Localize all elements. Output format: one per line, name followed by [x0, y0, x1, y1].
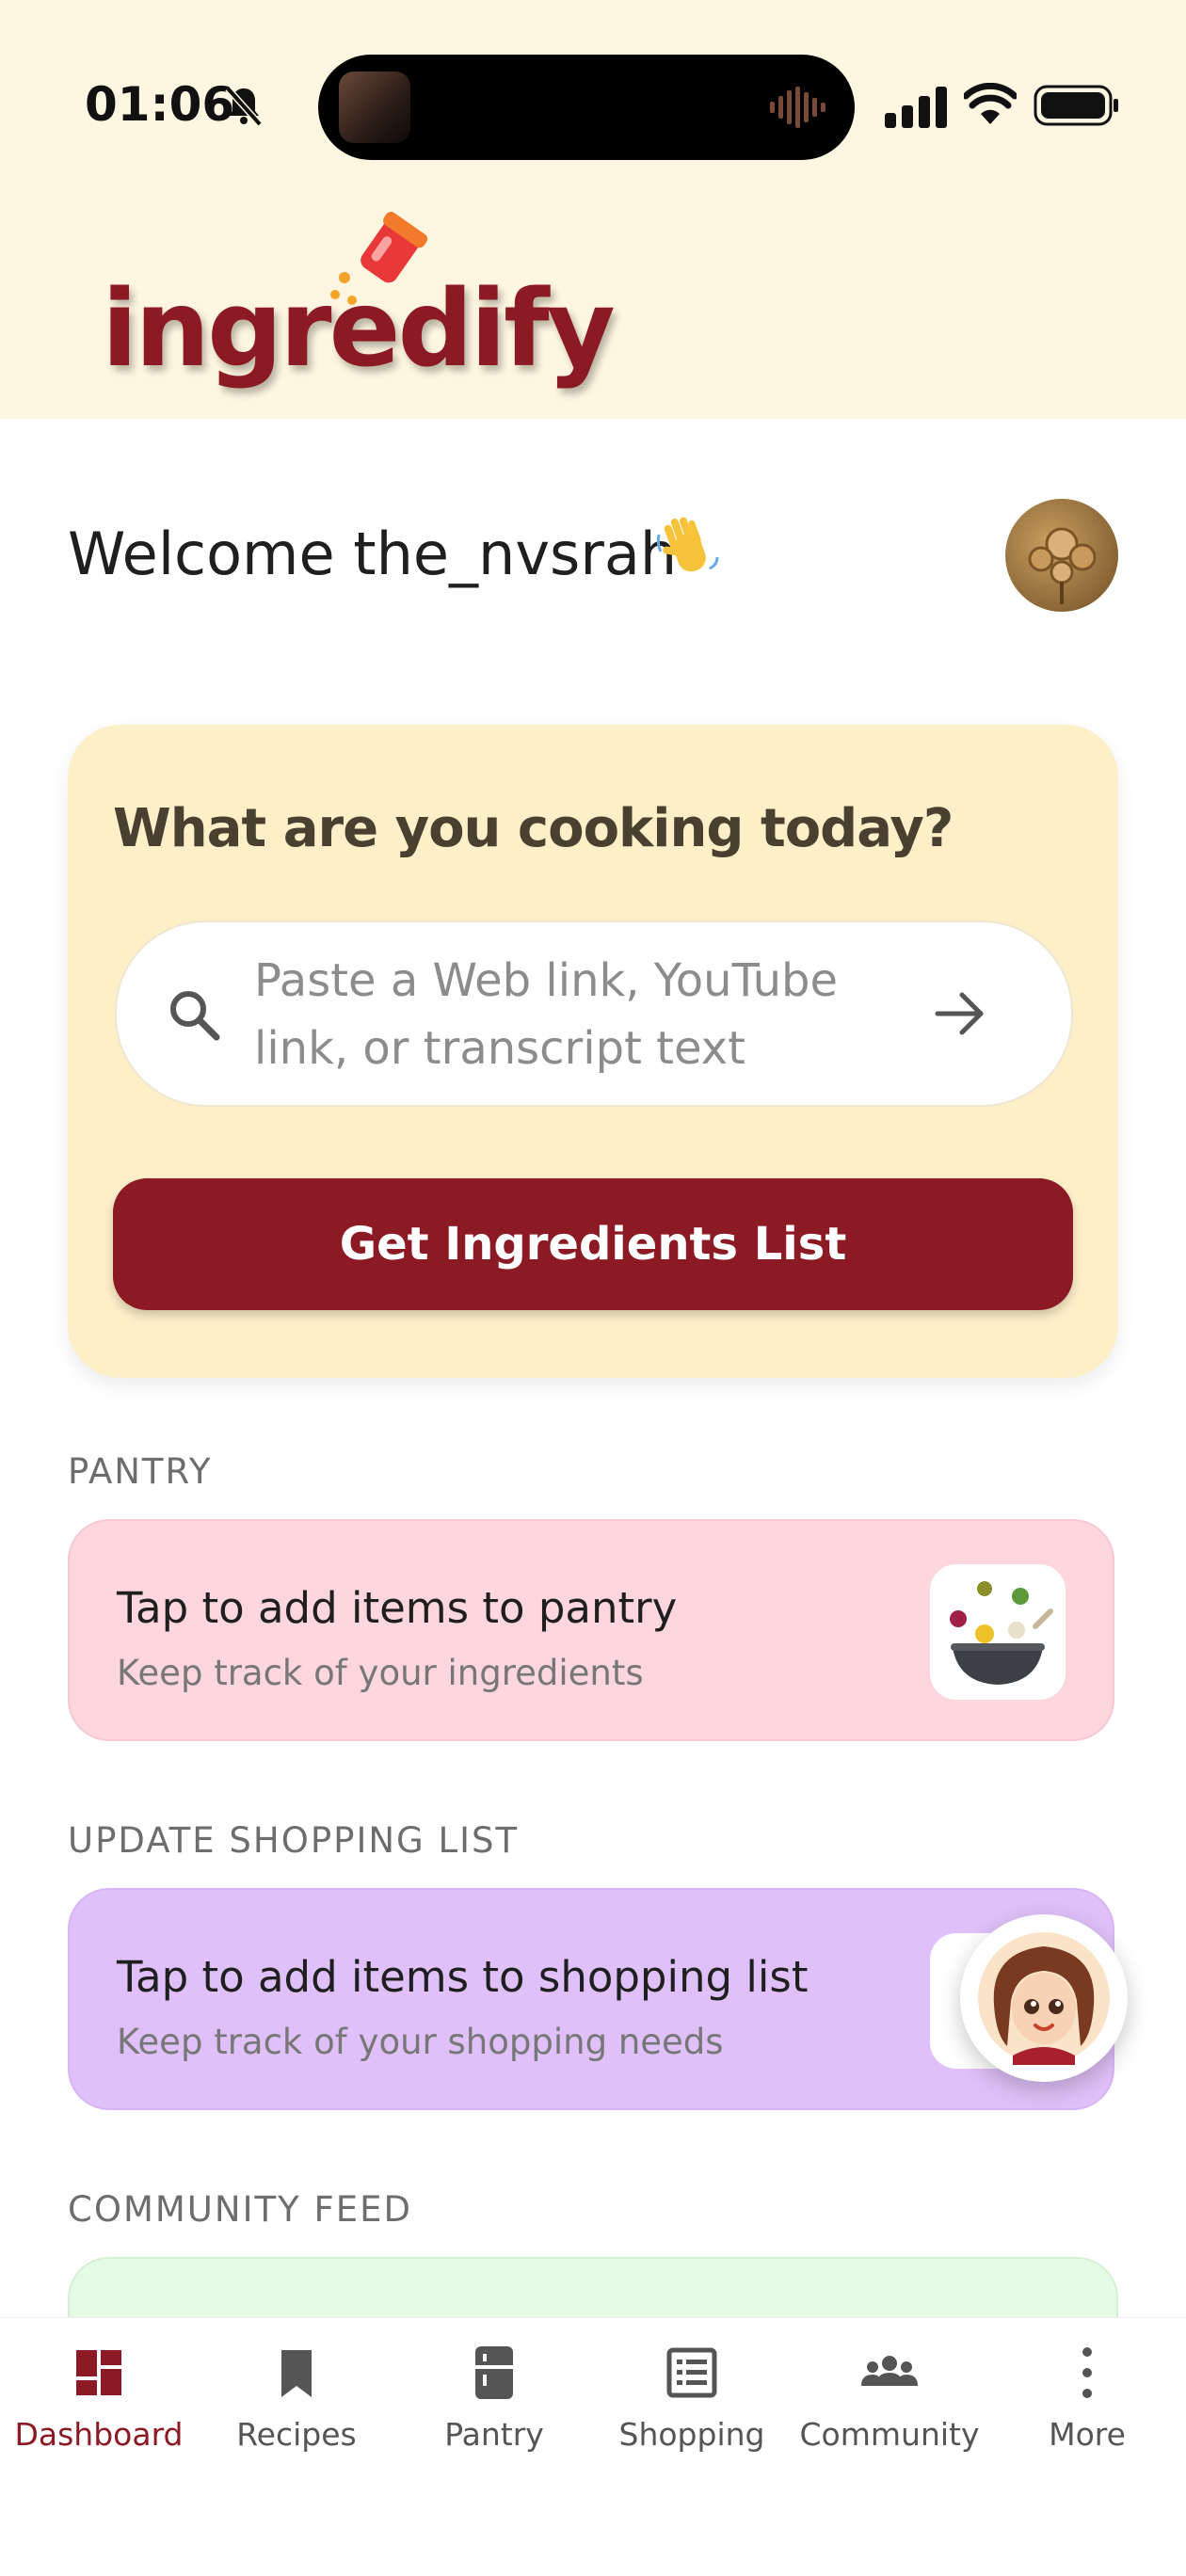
status-time: 01:06: [85, 77, 235, 132]
now-playing-artwork: [339, 72, 410, 143]
wifi-icon: [964, 83, 1017, 124]
dynamic-island: [318, 55, 855, 160]
app-logo: ingredify: [94, 212, 616, 400]
arrow-right-icon[interactable]: [934, 990, 986, 1037]
pantry-card[interactable]: Tap to add items to pantry Keep track of…: [68, 1519, 1114, 1741]
more-vertical-icon: [1082, 2347, 1092, 2398]
shopping-card-title: Tap to add items to shopping list: [117, 1952, 809, 2002]
shopping-card[interactable]: Tap to add items to shopping list Keep t…: [68, 1888, 1114, 2110]
audio-waveform-icon: [770, 87, 825, 128]
nav-recipes-label: Recipes: [236, 2416, 357, 2453]
search-icon: [170, 991, 220, 1041]
ingredients-bowl-icon: [950, 1581, 1053, 1685]
nav-more-label: More: [1049, 2416, 1126, 2453]
recipe-link-input[interactable]: Paste a Web link, YouTube link, or trans…: [115, 920, 1073, 1107]
people-icon: [861, 2356, 918, 2386]
bookmark-icon: [281, 2350, 312, 2397]
community-section-label: COMMUNITY FEED: [68, 2189, 412, 2230]
assistant-avatar-button[interactable]: [960, 1914, 1128, 2082]
bottom-navigation: Dashboard Recipes Pantry Shopping Commun…: [0, 2317, 1186, 2576]
user-avatar[interactable]: [1005, 499, 1118, 612]
welcome-text: Welcome the_nvsrah: [68, 520, 678, 588]
pantry-card-title: Tap to add items to pantry: [117, 1583, 678, 1633]
cellular-signal-icon: [885, 87, 947, 128]
nav-more[interactable]: More: [988, 2318, 1186, 2506]
dashboard-icon: [76, 2350, 121, 2395]
cooking-card-title: What are you cooking today?: [113, 798, 954, 859]
nav-shopping[interactable]: Shopping: [593, 2318, 791, 2506]
nav-recipes[interactable]: Recipes: [198, 2318, 395, 2506]
avatar-flower-art: [1028, 527, 1097, 604]
cooking-card: What are you cooking today? Paste a Web …: [68, 725, 1118, 1378]
app-header: 01:06 ingredify: [0, 0, 1186, 419]
pantry-section-label: PANTRY: [68, 1451, 213, 1492]
logo-wordmark: ingredify: [102, 268, 616, 391]
nav-dashboard-label: Dashboard: [14, 2416, 184, 2453]
search-placeholder: Paste a Web link, YouTube link, or trans…: [254, 954, 838, 1075]
waving-hand-icon: [656, 517, 719, 572]
shopping-section-label: UPDATE SHOPPING LIST: [68, 1820, 520, 1861]
fridge-icon: [475, 2346, 513, 2399]
nav-community[interactable]: Community: [791, 2318, 988, 2506]
nav-dashboard[interactable]: Dashboard: [0, 2318, 198, 2506]
pantry-bowl-thumbnail: [930, 1564, 1066, 1700]
assistant-girl-icon: [978, 1932, 1110, 2065]
nav-pantry[interactable]: Pantry: [395, 2318, 593, 2506]
nav-pantry-label: Pantry: [444, 2416, 544, 2453]
list-icon: [666, 2347, 717, 2398]
pantry-card-subtitle: Keep track of your ingredients: [117, 1653, 644, 1693]
battery-icon: [1034, 85, 1118, 126]
get-ingredients-button[interactable]: Get Ingredients List: [113, 1178, 1073, 1310]
shopping-card-subtitle: Keep track of your shopping needs: [117, 2022, 724, 2062]
nav-community-label: Community: [799, 2416, 980, 2453]
bell-muted-icon: [225, 86, 263, 127]
nav-shopping-label: Shopping: [618, 2416, 765, 2453]
